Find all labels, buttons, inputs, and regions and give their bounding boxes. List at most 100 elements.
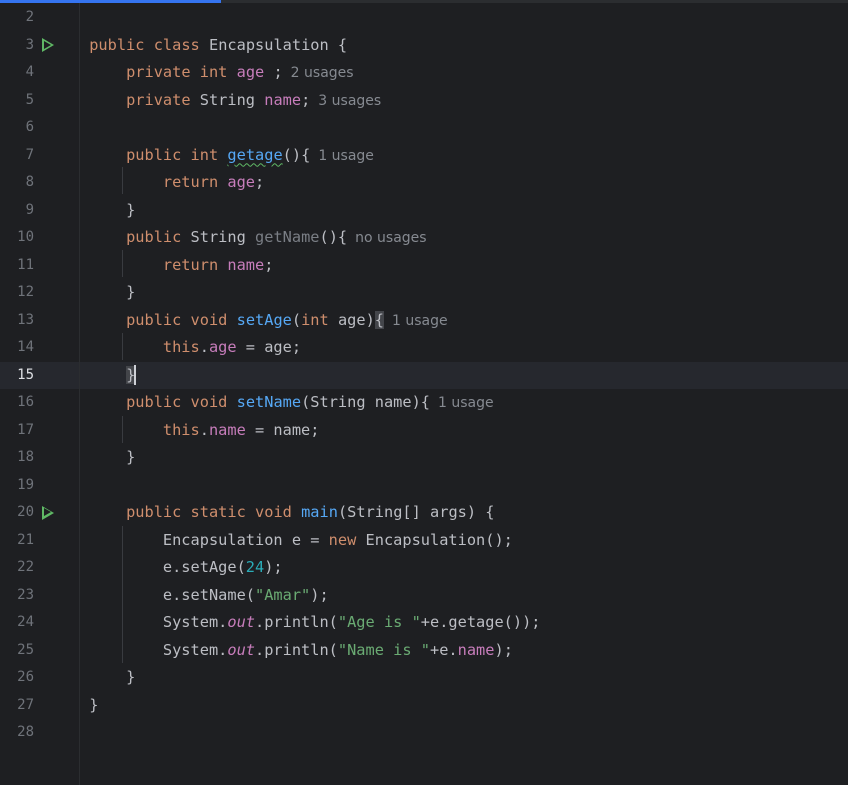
code-area[interactable]: public class Encapsulation { private int…	[80, 3, 848, 785]
line-number[interactable]: 9	[0, 197, 34, 225]
code-line[interactable]: Encapsulation e = new Encapsulation();	[80, 527, 848, 555]
line-number[interactable]: 4	[0, 59, 34, 87]
static-field: out	[227, 613, 255, 631]
method-name: setAge	[236, 310, 292, 329]
keyword: public	[126, 145, 182, 164]
matched-brace: {	[374, 310, 385, 329]
method-name: setName	[236, 393, 302, 411]
code-line[interactable]: System.out.println("Age is "+e.getage())…	[80, 609, 848, 637]
line-number[interactable]: 10	[0, 224, 34, 252]
keyword: void	[190, 393, 228, 411]
code-text: System.	[162, 640, 228, 659]
code-line[interactable]: e.setName("Amar");	[80, 582, 848, 610]
code-line[interactable]: public void setAge(int age){1 usage	[80, 307, 848, 335]
line-number[interactable]: 24	[0, 609, 34, 637]
code-line[interactable]: System.out.println("Name is "+e.name);	[80, 637, 848, 665]
keyword: public	[126, 503, 182, 521]
line-number[interactable]: 18	[0, 444, 34, 472]
run-icon[interactable]	[42, 38, 54, 52]
code-line[interactable]: public String getName(){no usages	[80, 224, 848, 252]
line-number[interactable]: 3	[0, 32, 34, 60]
code-text: +e.getage());	[420, 613, 541, 631]
code-line[interactable]: public class Encapsulation {	[80, 32, 848, 60]
line-number[interactable]: 17	[0, 417, 34, 445]
keyword: int	[190, 145, 219, 164]
field-name: age	[236, 63, 265, 81]
code-line[interactable]: }	[80, 197, 848, 225]
line-number[interactable]: 13	[0, 307, 34, 335]
line-number[interactable]: 26	[0, 664, 34, 692]
code-line[interactable]: return name;	[80, 252, 848, 280]
current-code-line[interactable]: }	[80, 361, 848, 389]
code-line[interactable]: }	[80, 664, 848, 692]
line-number[interactable]: 27	[0, 692, 34, 720]
field-name: name	[208, 420, 246, 439]
code-editor[interactable]: 2 3 4 5 6 7 8 9 10 11 12 13 14 15 16 17 18 19 20 21 22 23 24 25…	[0, 0, 848, 785]
line-number[interactable]: 11	[0, 252, 34, 280]
line-number[interactable]: 2	[0, 4, 34, 32]
line-number[interactable]: 21	[0, 527, 34, 555]
code-text: +e.	[430, 640, 458, 659]
field-name: name	[227, 255, 265, 274]
brace: }	[126, 200, 136, 219]
code-line[interactable]: }	[80, 692, 848, 720]
code-text: (){	[282, 145, 311, 164]
keyword: int	[199, 63, 228, 81]
line-number[interactable]: 28	[0, 719, 34, 747]
code-line[interactable]: this.name = name;	[80, 417, 848, 445]
line-number[interactable]: 12	[0, 279, 34, 307]
type-name: String	[199, 90, 256, 109]
code-text: );	[264, 558, 283, 576]
brace: }	[126, 448, 136, 466]
line-number[interactable]: 20	[0, 499, 34, 527]
line-number[interactable]: 8	[0, 169, 34, 197]
line-number[interactable]: 14	[0, 334, 34, 362]
code-line[interactable]: public static void main(String[] args) {	[80, 499, 848, 527]
code-line[interactable]: }	[80, 444, 848, 472]
string-literal: "Name is "	[337, 640, 430, 659]
usages-hint[interactable]: 1 usage	[318, 148, 374, 164]
keyword: public	[89, 35, 145, 54]
text-caret	[134, 365, 137, 385]
keyword: private	[126, 63, 191, 81]
usages-hint[interactable]: no usages	[355, 230, 426, 246]
code-text: .println(	[255, 613, 338, 631]
usages-hint[interactable]: 1 usage	[438, 395, 494, 411]
usages-hint[interactable]: 1 usage	[392, 313, 448, 329]
code-line[interactable]: private String name; 3 usages	[80, 87, 848, 115]
code-line[interactable]: }	[80, 279, 848, 307]
code-text: );	[310, 585, 329, 604]
code-text: Encapsulation();	[356, 530, 513, 549]
static-field: out	[227, 640, 255, 659]
code-text: Encapsulation e =	[162, 530, 329, 549]
run-icon[interactable]	[42, 505, 54, 520]
line-number[interactable]: 16	[0, 389, 34, 417]
line-number[interactable]: 15	[0, 362, 34, 390]
code-line[interactable]: e.setAge(24);	[80, 554, 848, 582]
method-name: getage	[227, 145, 283, 164]
brace: }	[89, 695, 99, 714]
class-name: Encapsulation	[208, 35, 329, 54]
line-number[interactable]: 6	[0, 114, 34, 142]
code-line[interactable]: return age;	[80, 169, 848, 197]
code-line[interactable]: this.age = age;	[80, 334, 848, 362]
line-number[interactable]: 23	[0, 582, 34, 610]
code-text: = age;	[236, 338, 302, 356]
code-text: .println(	[255, 640, 338, 659]
line-number[interactable]: 7	[0, 142, 34, 170]
line-number[interactable]: 25	[0, 637, 34, 665]
field-name: name	[264, 90, 302, 109]
code-line[interactable]: public int getage(){ 1 usage	[80, 142, 848, 170]
usages-hint[interactable]: 3 usages	[318, 93, 381, 109]
code-line[interactable]: private int age ; 2 usages	[80, 59, 848, 87]
line-number[interactable]: 5	[0, 87, 34, 115]
keyword: void	[190, 310, 228, 329]
code-text: ;	[264, 255, 274, 274]
code-line[interactable]: public void setName(String name){1 usage	[80, 389, 848, 417]
keyword: return	[162, 173, 219, 191]
code-text: .	[199, 420, 209, 439]
line-number[interactable]: 22	[0, 554, 34, 582]
usages-hint[interactable]: 2 usages	[291, 65, 354, 81]
keyword: private	[126, 90, 191, 109]
line-number[interactable]: 19	[0, 472, 34, 500]
